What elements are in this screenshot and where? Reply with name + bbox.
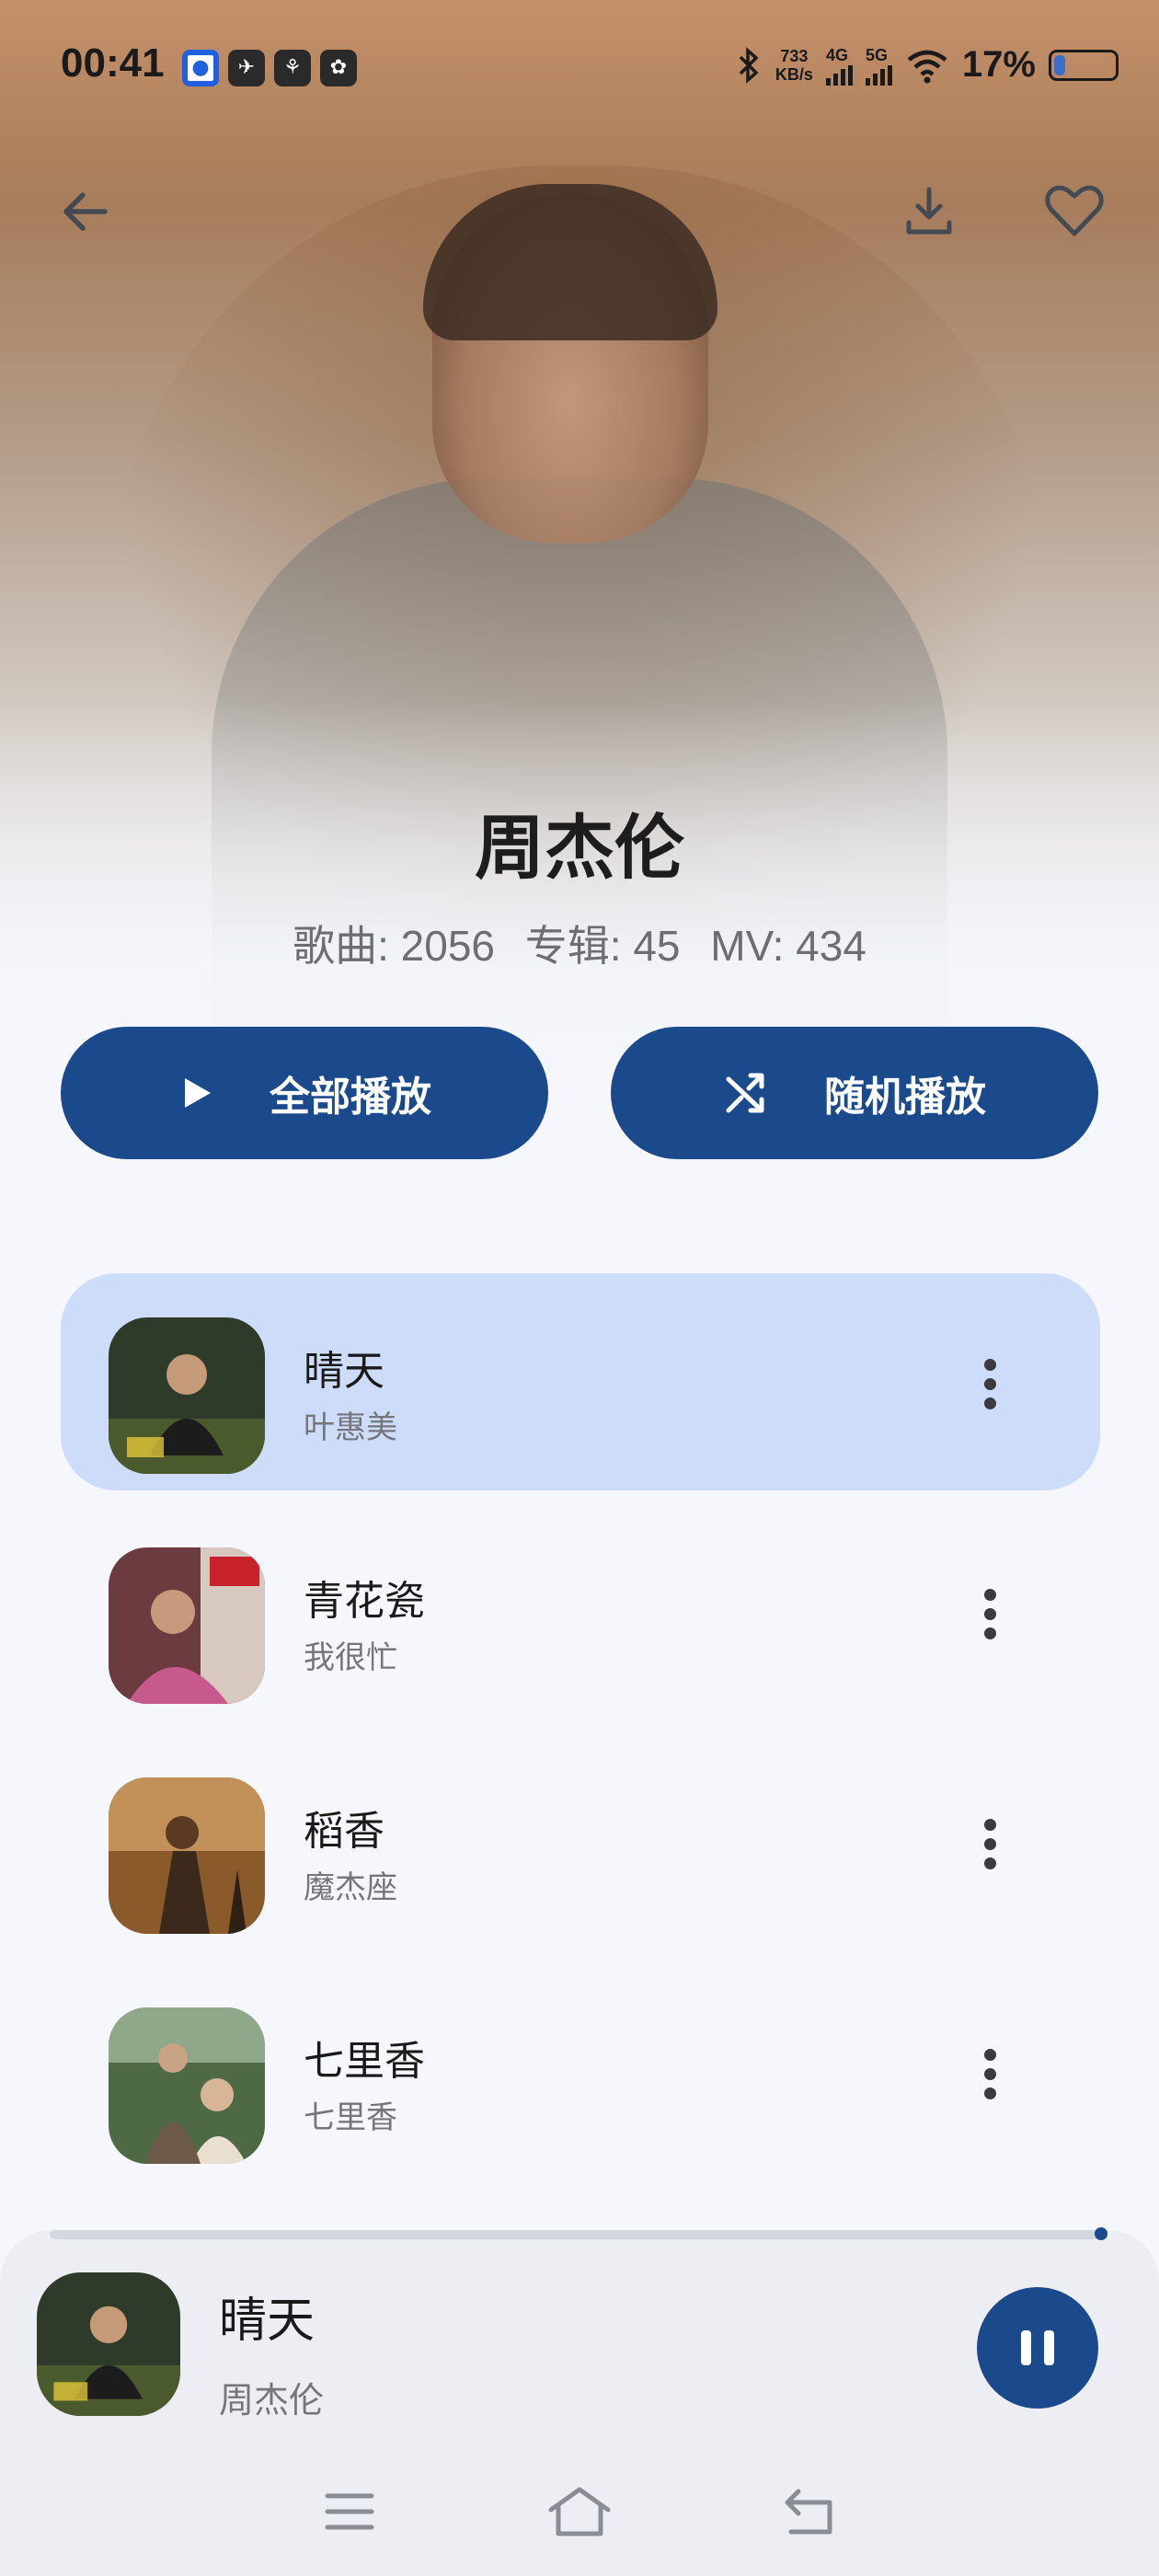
app-notification-icon: ● xyxy=(182,50,219,86)
artist-name: 周杰伦 xyxy=(475,807,684,889)
album-cover xyxy=(109,2007,265,2164)
app-notification-icon: ✿ xyxy=(320,50,357,86)
song-title: 七里香 xyxy=(304,2038,425,2085)
network-speed: 733 KB/s xyxy=(775,46,813,84)
battery-level-fill xyxy=(1054,54,1065,75)
song-title: 稻香 xyxy=(304,1808,384,1855)
system-nav-bar xyxy=(0,2456,1159,2567)
more-options-button[interactable] xyxy=(971,2037,1008,2110)
favorite-button[interactable] xyxy=(1038,175,1111,248)
play-icon xyxy=(178,1075,214,1111)
status-time: 00:41 xyxy=(61,40,165,86)
back-button[interactable] xyxy=(48,175,121,248)
song-album: 我很忙 xyxy=(304,1639,397,1676)
album-cover xyxy=(109,1777,265,1934)
back-nav-button[interactable] xyxy=(773,2475,846,2548)
shuffle-icon xyxy=(723,1070,769,1116)
signal-bars-icon xyxy=(825,64,853,86)
download-button[interactable] xyxy=(892,175,966,248)
recent-apps-button[interactable] xyxy=(313,2475,386,2548)
home-button[interactable] xyxy=(543,2475,616,2548)
now-playing-title: 晴天 xyxy=(219,2294,316,2349)
status-bar: 00:41 ● ✈ ⚘ ✿ 733 KB/s 4G 5G 17% xyxy=(0,0,1159,138)
download-icon xyxy=(906,187,952,235)
album-count[interactable]: 专辑: 45 xyxy=(525,922,681,970)
heart-icon xyxy=(1045,185,1104,236)
song-row[interactable]: 七里香 七里香 xyxy=(61,1963,1100,2180)
playback-progress-bar[interactable] xyxy=(50,2227,1107,2240)
now-playing-artist: 周杰伦 xyxy=(219,2380,325,2421)
mv-count[interactable]: MV: 434 xyxy=(710,922,866,970)
song-row[interactable]: 晴天 叶惠美 xyxy=(61,1273,1100,1490)
app-notification-icon: ⚘ xyxy=(274,50,311,86)
shuffle-play-button[interactable]: 随机播放 xyxy=(611,1027,1098,1159)
pause-button[interactable] xyxy=(977,2287,1098,2409)
battery-percent: 17% xyxy=(961,44,1036,85)
signal-bars-icon xyxy=(865,64,892,86)
menu-icon xyxy=(325,2493,374,2530)
album-cover xyxy=(109,1547,265,1704)
more-options-button[interactable] xyxy=(971,1347,1008,1420)
song-row[interactable]: 稻香 魔杰座 xyxy=(61,1733,1100,1950)
play-all-label: 全部播放 xyxy=(270,1074,431,1121)
home-icon xyxy=(548,2487,611,2536)
song-album: 七里香 xyxy=(304,2099,397,2136)
status-indicators: 733 KB/s 4G 5G 17% xyxy=(735,44,1119,86)
more-options-button[interactable] xyxy=(971,1807,1008,1880)
signal-4g: 4G xyxy=(825,45,853,86)
pause-icon xyxy=(1021,2330,1031,2365)
bluetooth-icon xyxy=(739,46,759,84)
now-playing-cover xyxy=(37,2272,180,2416)
song-title: 青花瓷 xyxy=(304,1578,425,1625)
song-album: 叶惠美 xyxy=(304,1409,397,1446)
song-album: 魔杰座 xyxy=(304,1869,397,1906)
song-title: 晴天 xyxy=(304,1348,384,1395)
wifi-icon xyxy=(907,50,947,83)
play-all-button[interactable]: 全部播放 xyxy=(61,1027,548,1159)
artist-stats: 歌曲: 2056 专辑: 45 MV: 434 xyxy=(0,913,1159,973)
app-notification-icon: ✈ xyxy=(228,50,265,86)
song-count[interactable]: 歌曲: 2056 xyxy=(293,922,495,970)
album-cover xyxy=(109,1317,265,1474)
song-row[interactable]: 青花瓷 我很忙 xyxy=(61,1503,1100,1720)
return-icon xyxy=(785,2489,832,2535)
shuffle-label: 随机播放 xyxy=(824,1074,986,1121)
progress-handle[interactable] xyxy=(1095,2227,1107,2240)
arrow-left-icon xyxy=(63,192,108,231)
more-options-button[interactable] xyxy=(971,1577,1008,1650)
signal-5g: 5G xyxy=(865,45,892,86)
battery-icon xyxy=(1049,49,1119,81)
